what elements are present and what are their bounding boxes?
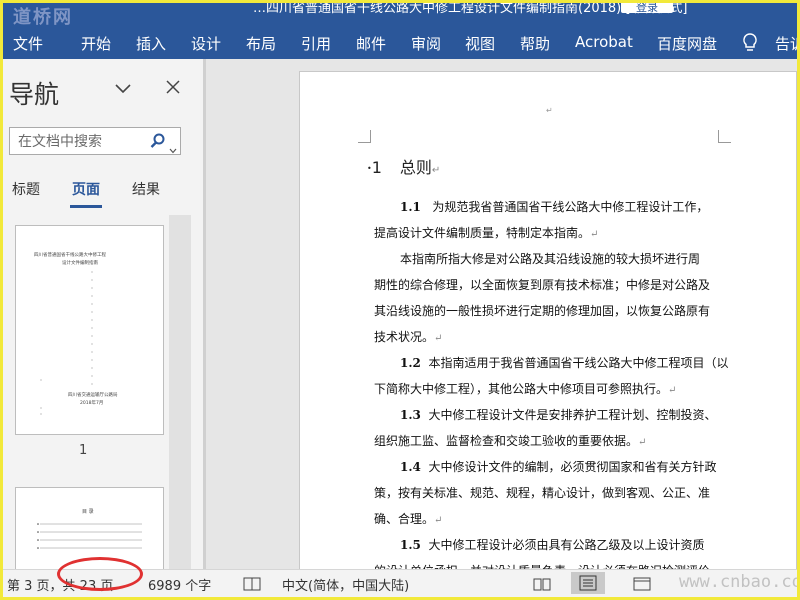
page-thumbnail[interactable]: 四川省普通国省干线公路大中修工程 设计文件编制指南 四川省交通运输厅公路局 20… [15,225,164,435]
paragraph-text: 本指南所指大修是对公路及其沿线设施的较大损坏进行周 [400,252,701,266]
nav-tab-headings[interactable]: 标题 [12,179,40,199]
tab-review[interactable]: 审阅 [411,33,441,54]
tab-view[interactable]: 视图 [465,33,495,54]
print-layout-button[interactable] [571,572,605,594]
navigation-title: 导航 [9,80,60,109]
search-options-chevron-icon[interactable] [169,139,177,154]
paragraph-line[interactable]: 1.2 本指南适用于我省普通国省干线公路大中修工程项目（以 [400,354,729,371]
tab-design[interactable]: 设计 [191,33,221,54]
search-icon[interactable] [150,133,166,149]
language-status[interactable]: 中文(简体，中国大陆) [282,575,409,594]
site-watermark: 道桥网 [13,7,73,28]
active-tab-indicator [70,205,102,208]
paragraph-text: 本指南适用于我省普通国省干线公路大中修工程项目（以 [428,356,729,370]
web-layout-icon[interactable] [633,576,651,591]
read-mode-icon[interactable] [533,576,551,591]
paragraph-line[interactable]: 组织施工监、监督检查和交竣工验收的重要依据。↵ [374,432,646,449]
heading-1[interactable]: •1 总则↵ [367,154,440,178]
thumbnail-line: 2018年7月 [80,401,104,406]
document-page[interactable]: ↵ •1 总则↵ 1.1 为规范我省普通国省干线公路大中修工程设计工作， 提高设计… [299,71,797,591]
close-icon[interactable] [165,79,181,95]
paragraph-line[interactable]: 确、合理。↵ [374,510,442,527]
paragraph-line[interactable]: 1.4 大中修设计文件的编制，必须贯彻国家和省有关方针政 [400,458,717,475]
accessibility-icon[interactable] [243,576,261,591]
pane-splitter[interactable] [203,59,206,569]
thumbnail-scrollbar[interactable] [169,215,191,569]
paragraph-mark: ↵ [638,437,647,448]
lightbulb-icon[interactable] [739,31,761,55]
paragraph-line[interactable]: 提高设计文件编制质量，特制定本指南。↵ [374,224,598,241]
nav-tab-pages[interactable]: 页面 [72,179,100,199]
paragraph-mark: ↵ [434,515,443,526]
paragraph-mark: ↵ [668,385,677,396]
thumbnail-page-number: 1 [79,443,88,458]
title-bar: 道桥网 …四川省普通国省干线公路大中修工程设计文件编制指南(2018) [兼容模… [3,3,797,28]
search-input[interactable] [16,132,146,152]
header-paragraph-mark: ↵ [546,106,553,115]
site-watermark-footer: www.cnbao.com [679,572,800,592]
tab-references[interactable]: 引用 [301,33,331,54]
paragraph-line[interactable]: 1.1 为规范我省普通国省干线公路大中修工程设计工作， [400,198,708,215]
annotation-circle [57,557,143,591]
tab-mailings[interactable]: 邮件 [356,33,386,54]
page-thumbnails: 四川省普通国省干线公路大中修工程 设计文件编制指南 四川省交通运输厅公路局 20… [3,215,203,569]
document-area[interactable]: ↵ •1 总则↵ 1.1 为规范我省普通国省干线公路大中修工程设计工作， 提高设计… [203,59,797,591]
paragraph-line[interactable]: 1.5 大中修工程设计必须由具有公路乙级及以上设计资质 [400,536,705,553]
paragraph-line[interactable]: 本指南所指大修是对公路及其沿线设施的较大损坏进行周 [400,250,700,267]
paragraph-mark: ↵ [590,229,599,240]
clause-number: 1.2 [400,356,421,370]
crop-mark [358,130,371,143]
tab-home[interactable]: 开始 [81,33,111,54]
heading-number: 1 [371,158,382,177]
paragraph-mark: ↵ [431,165,441,176]
paragraph-line[interactable]: 技术状况。↵ [374,328,442,345]
thumbnail-line: 四川省交通运输厅公路局 [68,393,118,398]
paragraph-line[interactable]: 其沿线设施的一般性损坏进行定期的修理加固，以恢复公路原有 [374,302,710,319]
tab-insert[interactable]: 插入 [136,33,166,54]
chevron-down-icon[interactable] [113,81,133,95]
paragraph-text: 大中修工程设计文件是安排养护工程计划、控制投资、 [428,408,717,422]
tab-layout[interactable]: 布局 [246,33,276,54]
paragraph-mark: ↵ [434,333,443,344]
clause-number: 1.5 [400,538,421,552]
heading-text: 总则 [399,158,432,177]
clause-number: 1.3 [400,408,421,422]
paragraph-text: 策，按有关标准、规范、规程，精心设计，做到客观、公正、准 [374,486,711,500]
window-frame: 道桥网 …四川省普通国省干线公路大中修工程设计文件编制指南(2018) [兼容模… [0,0,800,600]
tab-baidu-netdisk[interactable]: 百度网盘 [657,33,717,54]
tab-acrobat[interactable]: Acrobat [575,33,633,51]
paragraph-line[interactable]: 策，按有关标准、规范、规程，精心设计，做到客观、公正、准 [374,484,710,501]
ribbon-tabs: 文件 开始 插入 设计 布局 引用 邮件 审阅 视图 帮助 Acrobat 百度… [3,27,797,59]
paragraph-text: 技术状况。 [374,330,435,344]
paragraph-line[interactable]: 1.3 大中修工程设计文件是安排养护工程计划、控制投资、 [400,406,717,423]
paragraph-line[interactable]: 下简称大中修工程），其他公路大中修项目可参照执行。↵ [374,380,676,397]
tab-file[interactable]: 文件 [13,33,43,54]
paragraph-text: 为规范我省普通国省干线公路大中修工程设计工作， [432,200,709,214]
search-box [9,127,181,155]
paragraph-text: 提高设计文件编制质量，特制定本指南。 [374,226,591,240]
paragraph-text: 大中修工程设计必须由具有公路乙级及以上设计资质 [428,538,705,552]
tab-help[interactable]: 帮助 [520,33,550,54]
nav-tab-results[interactable]: 结果 [132,179,160,199]
paragraph-text: 期性的综合修理，以全面恢复到原有技术标准；中修是对公路及 [374,278,711,292]
clause-number: 1.1 [400,200,421,214]
paragraph-text: 组织施工监、监督检查和交竣工验收的重要依据。 [374,434,639,448]
print-layout-icon [579,575,597,591]
login-button[interactable]: 登录 [621,3,673,14]
crop-mark [718,130,731,143]
paragraph-text: 大中修设计文件的编制，必须贯彻国家和省有关方针政 [428,460,717,474]
tab-tell-me[interactable]: 告诉 [775,33,797,54]
paragraph-text: 确、合理。 [374,512,435,526]
paragraph-text: 下简称大中修工程），其他公路大中修项目可参照执行。 [374,382,669,396]
clause-number: 1.4 [400,460,421,474]
navigation-pane: 导航 标题 页面 结果 四川省普通国省干线公路大中修工程 设计文件编制指南 [3,59,203,569]
word-count-status[interactable]: 6989 个字 [148,575,211,594]
paragraph-line[interactable]: 期性的综合修理，以全面恢复到原有技术标准；中修是对公路及 [374,276,710,293]
paragraph-text: 其沿线设施的一般性损坏进行定期的修理加固，以恢复公路原有 [374,304,711,318]
